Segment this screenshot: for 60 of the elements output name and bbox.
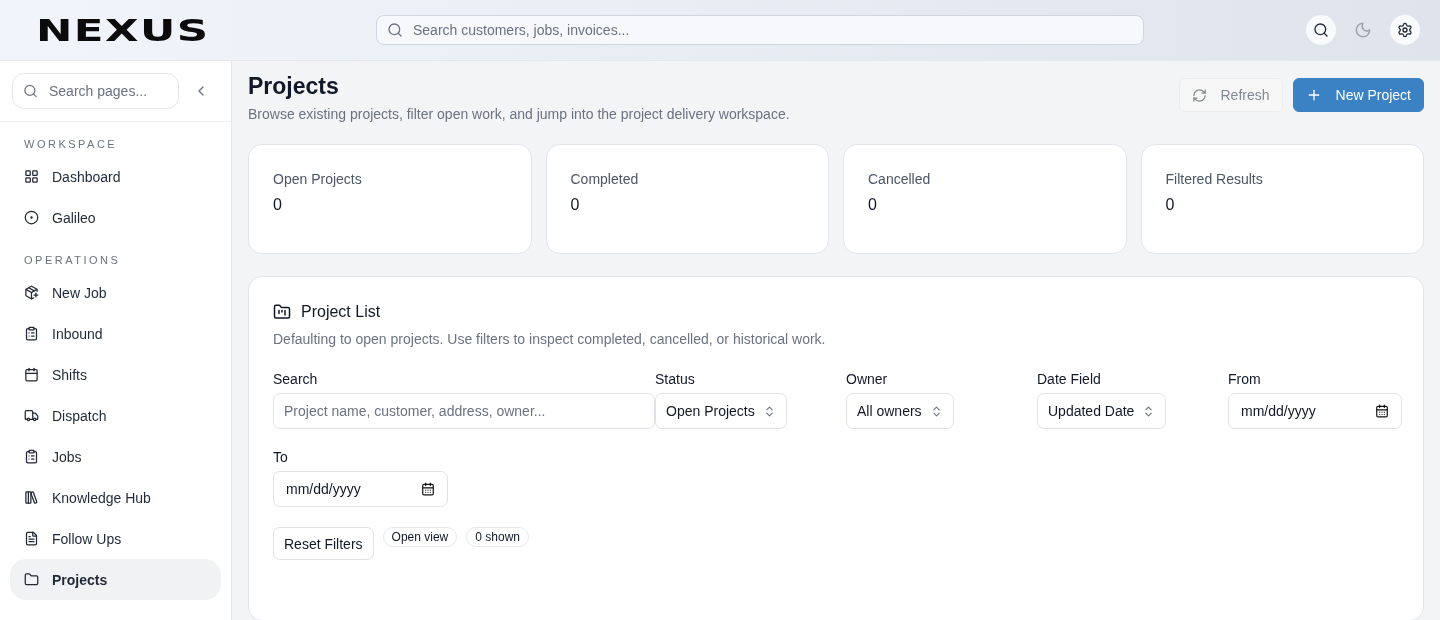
folder-icon [273, 303, 291, 321]
nav-item[interactable]: Galileo [10, 197, 221, 238]
field-label: Date Field [1037, 371, 1102, 387]
nav-item[interactable]: Follow Ups [10, 518, 221, 559]
grid-icon [24, 169, 39, 184]
nav-item[interactable]: Dispatch [10, 395, 221, 436]
page-subtitle: Browse existing projects, filter open work, and jump into the project delivery workspace. [248, 106, 790, 122]
clipboard-icon [24, 326, 39, 341]
package-icon [24, 285, 39, 300]
document-icon [24, 531, 39, 546]
field-label: From [1228, 371, 1262, 387]
select-field[interactable]: Updated Date [1037, 393, 1167, 429]
clipboard-icon [24, 449, 39, 464]
field-label: To [273, 449, 289, 465]
calendar-icon [421, 482, 435, 496]
calendar-icon [1375, 404, 1389, 418]
nav-item[interactable]: Knowledge Hub [10, 477, 221, 518]
settings-icon [1397, 22, 1413, 38]
settings-button[interactable] [1390, 15, 1420, 45]
search-field[interactable]: Project name, customer, address, owner... [273, 393, 655, 429]
field-label: Status [655, 371, 696, 387]
folder-icon [24, 572, 39, 587]
search-button[interactable] [1306, 15, 1336, 45]
truck-icon [24, 408, 39, 423]
calendar-icon [24, 367, 39, 382]
stat-label: Filtered Results [1165, 171, 1264, 187]
logo: NEXUS [36, 12, 211, 48]
field-label: Search [273, 371, 319, 387]
global-search-field[interactable]: Search customers, jobs, invoices... [376, 15, 1144, 45]
nav-item[interactable]: New Job [10, 272, 221, 313]
stat-label: Cancelled [868, 171, 932, 187]
nav-item[interactable]: Jobs [10, 436, 221, 477]
page-search-field[interactable]: Search pages... [12, 73, 179, 109]
page-title: Projects [248, 73, 340, 100]
moon-icon [1354, 21, 1372, 39]
stat-value: 0 [1165, 196, 1176, 214]
section-title: OPERATIONS [23, 253, 122, 268]
nav-item[interactable]: Inbound [10, 313, 221, 354]
nav-item[interactable]: Projects [10, 559, 221, 600]
stat-value: 0 [273, 196, 283, 214]
panel-title: Project List [301, 303, 381, 321]
field-label: Owner [846, 371, 889, 387]
refresh-icon [1191, 87, 1207, 103]
select-field[interactable]: All owners [846, 393, 954, 429]
target-icon [24, 210, 39, 225]
stat-value: 0 [570, 196, 581, 214]
date-field[interactable]: mm/dd/yyyy [1228, 393, 1402, 429]
stat-value: 0 [868, 196, 878, 214]
nav-item[interactable]: Shifts [10, 354, 221, 395]
search-icon [1313, 22, 1329, 38]
books-icon [24, 490, 39, 505]
stat-label: Completed [570, 171, 640, 187]
stat-label: Open Projects [273, 171, 363, 187]
new-project-button[interactable]: New Project [1292, 78, 1424, 112]
reset-filters-button[interactable]: Reset Filters [273, 527, 374, 560]
nav-item[interactable]: Dashboard [10, 156, 221, 197]
panel-description: Defaulting to open projects. Use filters to inspect completed, cancelled, or historical work. [273, 331, 827, 347]
select-field[interactable]: Open Projects [655, 393, 787, 429]
date-field[interactable]: mm/dd/yyyy [273, 471, 448, 507]
section-title: WORKSPACE [23, 137, 119, 152]
